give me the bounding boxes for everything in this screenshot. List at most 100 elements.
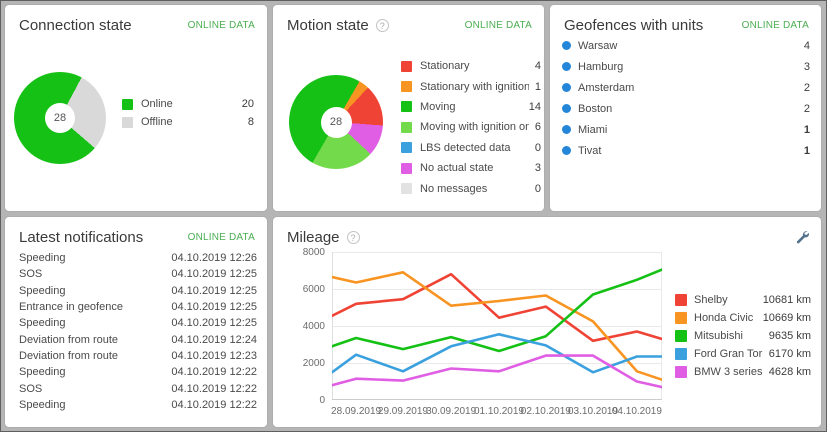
notifications-title: Latest notifications bbox=[19, 229, 143, 246]
x-axis-tick-label: 30.09.2019 bbox=[426, 406, 476, 417]
legend-value: 3 bbox=[535, 162, 541, 174]
geofence-name: Boston bbox=[578, 103, 804, 115]
notification-type: SOS bbox=[19, 268, 171, 280]
legend-label: Honda Civic R bbox=[694, 312, 757, 324]
legend-row: Online 20 bbox=[122, 95, 254, 113]
y-axis-tick-label: 6000 bbox=[273, 284, 325, 295]
legend-value: 4628 km bbox=[769, 366, 811, 378]
geofence-name: Hamburg bbox=[578, 61, 804, 73]
legend-label: Stationary with ignition on bbox=[420, 81, 529, 93]
legend-label: Ford Gran Torino bbox=[694, 348, 763, 360]
notification-row: Speeding 04.10.2019 12:26 bbox=[19, 250, 257, 266]
legend-label: Stationary bbox=[420, 60, 529, 72]
legend-swatch-icon bbox=[401, 142, 412, 153]
geofence-unit-count: 1 bbox=[804, 124, 810, 136]
legend-row: Moving with ignition on 6 bbox=[401, 117, 541, 137]
legend-row: Shelby 10681 km bbox=[675, 291, 811, 309]
legend-label: Mitsubishi bbox=[694, 330, 763, 342]
notifications-header: Latest notifications ONLINE DATA bbox=[5, 217, 267, 248]
legend-swatch-icon bbox=[401, 61, 412, 72]
motion-header: Motion state ? ONLINE DATA bbox=[273, 5, 544, 36]
notification-type: Deviation from route bbox=[19, 350, 171, 362]
help-icon[interactable]: ? bbox=[376, 19, 389, 32]
connection-donut-chart[interactable]: 28 bbox=[14, 72, 106, 164]
geofence-unit-count: 2 bbox=[804, 82, 810, 94]
legend-value: 10669 km bbox=[763, 312, 811, 324]
dashboard: Connection state ONLINE DATA 28 Online 2… bbox=[1, 1, 826, 431]
motion-donut-chart[interactable]: 28 bbox=[289, 75, 383, 169]
x-axis-tick-label: 04.10.2019 bbox=[612, 406, 662, 417]
notification-timestamp: 04.10.2019 12:22 bbox=[171, 366, 257, 378]
notification-timestamp: 04.10.2019 12:25 bbox=[171, 317, 257, 329]
legend-swatch-icon bbox=[675, 366, 687, 378]
notification-type: SOS bbox=[19, 383, 171, 395]
online-data-badge[interactable]: ONLINE DATA bbox=[188, 20, 255, 31]
notification-timestamp: 04.10.2019 12:26 bbox=[171, 252, 257, 264]
geofence-name: Tivat bbox=[578, 145, 804, 157]
panel-connection-state: Connection state ONLINE DATA 28 Online 2… bbox=[5, 5, 267, 211]
legend-label: Shelby bbox=[694, 294, 757, 306]
notification-type: Deviation from route bbox=[19, 334, 171, 346]
x-axis-tick-label: 02.10.2019 bbox=[521, 406, 571, 417]
panel-mileage: Mileage ? 02000400060008000 28.09.201929… bbox=[273, 217, 821, 427]
geofence-row: Boston 2 bbox=[562, 98, 810, 119]
mileage-legend: Shelby 10681 km Honda Civic R 10669 km M… bbox=[675, 291, 811, 381]
notification-timestamp: 04.10.2019 12:25 bbox=[171, 268, 257, 280]
notification-type: Speeding bbox=[19, 285, 171, 297]
online-data-badge[interactable]: ONLINE DATA bbox=[188, 232, 255, 243]
legend-value: 14 bbox=[529, 101, 541, 113]
legend-value: 10681 km bbox=[763, 294, 811, 306]
geofence-dot-icon bbox=[562, 146, 571, 155]
notification-row: Deviation from route 04.10.2019 12:23 bbox=[19, 348, 257, 364]
x-axis-tick-label: 28.09.2019 bbox=[331, 406, 381, 417]
x-axis-tick-label: 01.10.2019 bbox=[474, 406, 524, 417]
legend-label: LBS detected data bbox=[420, 142, 529, 154]
legend-swatch-icon bbox=[401, 183, 412, 194]
legend-label: No messages bbox=[420, 183, 529, 195]
legend-value: 8 bbox=[248, 116, 254, 128]
geofence-name: Miami bbox=[578, 124, 804, 136]
notification-timestamp: 04.10.2019 12:23 bbox=[171, 350, 257, 362]
geofences-header: Geofences with units ONLINE DATA bbox=[550, 5, 821, 36]
y-axis-tick-label: 2000 bbox=[273, 358, 325, 369]
mileage-line-chart[interactable] bbox=[332, 252, 662, 400]
geofence-list: Warsaw 4 Hamburg 3 Amsterdam 2 Boston 2 … bbox=[562, 35, 810, 161]
notification-row: SOS 04.10.2019 12:25 bbox=[19, 266, 257, 282]
legend-label: Moving with ignition on bbox=[420, 121, 529, 133]
legend-value: 4 bbox=[535, 60, 541, 72]
notification-row: Entrance in geofence 04.10.2019 12:25 bbox=[19, 299, 257, 315]
legend-value: 0 bbox=[535, 142, 541, 154]
notification-type: Speeding bbox=[19, 366, 171, 378]
online-data-badge[interactable]: ONLINE DATA bbox=[465, 20, 532, 31]
motion-legend: Stationary 4 Stationary with ignition on… bbox=[401, 56, 541, 199]
legend-row: Stationary with ignition on 1 bbox=[401, 76, 541, 96]
legend-value: 6 bbox=[535, 121, 541, 133]
legend-value: 6170 km bbox=[769, 348, 811, 360]
notification-row: Deviation from route 04.10.2019 12:24 bbox=[19, 331, 257, 347]
donut-hole: 28 bbox=[45, 103, 75, 133]
legend-label: Online bbox=[141, 98, 236, 110]
legend-value: 1 bbox=[535, 81, 541, 93]
notification-row: SOS 04.10.2019 12:22 bbox=[19, 380, 257, 396]
geofence-name: Warsaw bbox=[578, 40, 804, 52]
legend-row: BMW 3 series 4628 km bbox=[675, 363, 811, 381]
legend-swatch-icon bbox=[675, 330, 687, 342]
legend-row: Stationary 4 bbox=[401, 56, 541, 76]
motion-title: Motion state bbox=[287, 17, 369, 34]
geofence-dot-icon bbox=[562, 125, 571, 134]
x-axis-tick-label: 29.09.2019 bbox=[378, 406, 428, 417]
legend-swatch-icon bbox=[675, 312, 687, 324]
geofence-dot-icon bbox=[562, 41, 571, 50]
donut-total-label: 28 bbox=[330, 116, 342, 128]
geofence-row: Hamburg 3 bbox=[562, 56, 810, 77]
legend-row: Ford Gran Torino 6170 km bbox=[675, 345, 811, 363]
connection-legend: Online 20 Offline 8 bbox=[122, 95, 254, 131]
legend-value: 20 bbox=[242, 98, 254, 110]
y-axis-tick-label: 8000 bbox=[273, 247, 325, 258]
donut-hole: 28 bbox=[321, 107, 352, 138]
legend-row: Offline 8 bbox=[122, 113, 254, 131]
geofence-unit-count: 2 bbox=[804, 103, 810, 115]
online-data-badge[interactable]: ONLINE DATA bbox=[742, 20, 809, 31]
legend-row: Moving 14 bbox=[401, 97, 541, 117]
panel-notifications: Latest notifications ONLINE DATA Speedin… bbox=[5, 217, 267, 427]
